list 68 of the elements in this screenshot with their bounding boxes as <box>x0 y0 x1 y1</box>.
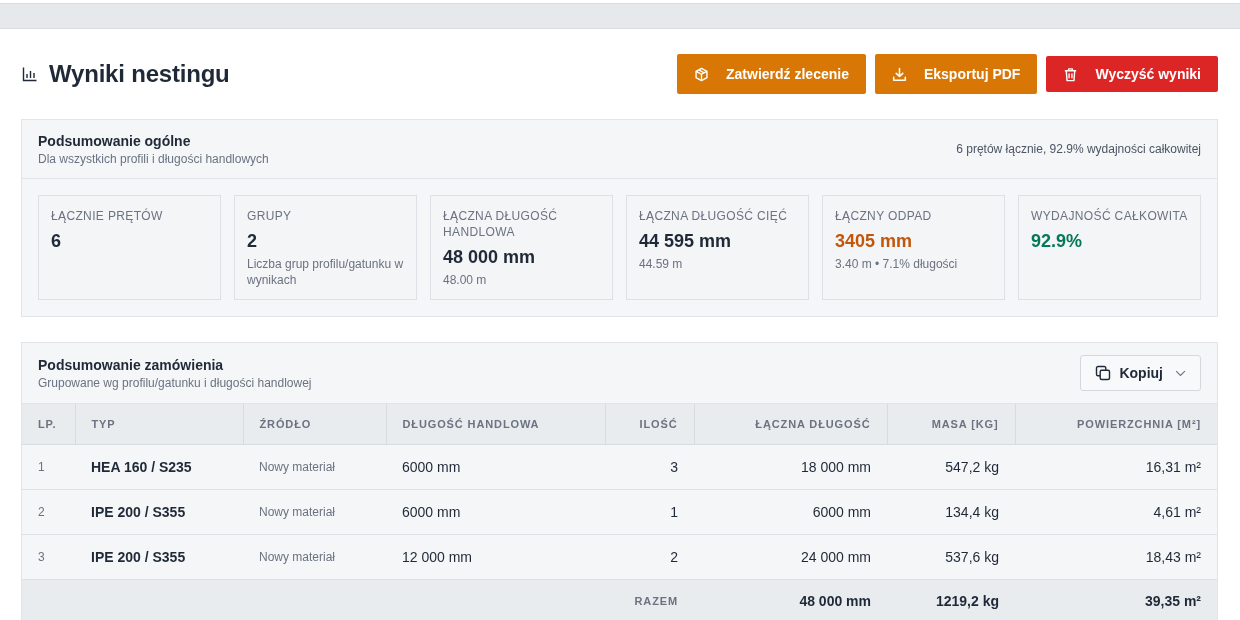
stat-value: 44 595 mm <box>639 230 733 253</box>
profile-type: IPE 200 / S355 <box>75 489 243 535</box>
column-header: TYP <box>75 404 243 445</box>
stat-label: ŁĄCZNY ODPAD <box>835 208 933 224</box>
stat-note: 44.59 m <box>639 256 684 272</box>
total-value: 48 000 mm <box>694 579 887 620</box>
column-header: DŁUGOŚĆ HANDLOWA <box>386 404 605 445</box>
source-label: Nowy materiał <box>243 444 386 490</box>
table-cell: 6000 mm <box>694 489 887 535</box>
table-cell: 2 <box>605 534 694 580</box>
table-cell: 16,31 m² <box>1015 444 1217 490</box>
column-header: ŹRÓDŁO <box>243 404 386 445</box>
profile-type: HEA 160 / S235 <box>75 444 243 490</box>
stat-value: 3405 mm <box>835 230 914 253</box>
card-subtitle: Grupowane wg profilu/gatunku i długości handlowej <box>38 375 312 391</box>
confirm-order-button[interactable]: Zatwierdź zlecenie <box>677 54 866 94</box>
stat-note: 48.00 m <box>443 272 488 288</box>
download-icon <box>891 66 907 82</box>
card-subtitle: Dla wszystkich profili i długości handlowych <box>38 151 269 167</box>
page-title: Wyniki nestingu <box>49 60 230 88</box>
stat-note: Liczba grup profilu/gatunku w wynikach <box>247 256 404 288</box>
clear-results-button[interactable]: Wyczyść wyniki <box>1046 56 1218 92</box>
table-cell: 18 000 mm <box>694 444 887 490</box>
column-header: ŁĄCZNA DŁUGOŚĆ <box>694 404 887 445</box>
box-icon <box>694 66 709 82</box>
trash-icon <box>1063 66 1079 82</box>
export-pdf-button[interactable]: Eksportuj PDF <box>874 54 1038 94</box>
stat-value: 6 <box>51 230 62 253</box>
column-header: POWIERZCHNIA [M²] <box>1015 404 1217 445</box>
card-title: Podsumowanie zamówienia <box>38 356 225 375</box>
stat-value: 48 000 mm <box>443 246 537 269</box>
row-number: 3 <box>22 534 75 580</box>
table-cell: 12 000 mm <box>386 534 605 580</box>
bar-chart-icon <box>22 66 38 82</box>
table-cell: 547,2 kg <box>887 444 1015 490</box>
totals-label: RAZEM <box>605 579 694 620</box>
stat-label: GRUPY <box>247 208 293 224</box>
table-cell: 18,43 m² <box>1015 534 1217 580</box>
column-header: ILOŚĆ <box>605 404 694 445</box>
source-label: Nowy materiał <box>243 489 386 535</box>
stat-label: ŁĄCZNIE PRĘTÓW <box>51 208 164 224</box>
copy-dropdown-button[interactable]: Kopiuj <box>1080 355 1201 391</box>
chevron-down-icon <box>1175 369 1186 377</box>
total-value: 1219,2 kg <box>887 579 1015 620</box>
table-cell: 1 <box>605 489 694 535</box>
source-label: Nowy materiał <box>243 534 386 580</box>
table-cell: 6000 mm <box>386 489 605 535</box>
column-header: MASA [KG] <box>887 404 1015 445</box>
table-cell: 4,61 m² <box>1015 489 1217 535</box>
table-cell: 3 <box>605 444 694 490</box>
table-cell: 537,6 kg <box>887 534 1015 580</box>
total-value: 39,35 m² <box>1015 579 1217 620</box>
stat-value: 2 <box>247 230 258 253</box>
stat-label: ŁĄCZNA DŁUGOŚĆ CIĘĆ <box>639 208 789 224</box>
stat-label: ŁĄCZNA DŁUGOŚĆ HANDLOWA <box>443 208 559 240</box>
table-cell: 24 000 mm <box>694 534 887 580</box>
summary-text: 6 prętów łącznie, 92.9% wydajności całkowitej <box>956 142 1201 156</box>
row-number: 2 <box>22 489 75 535</box>
table-cell: 134,4 kg <box>887 489 1015 535</box>
stat-value: 92.9% <box>1031 230 1084 253</box>
stat-note: 3.40 m • 7.1% długości <box>835 256 959 272</box>
profile-type: IPE 200 / S355 <box>75 534 243 580</box>
column-header: LP. <box>22 404 75 445</box>
copy-icon <box>1095 365 1112 381</box>
card-title: Podsumowanie ogólne <box>38 132 192 151</box>
table-cell: 6000 mm <box>386 444 605 490</box>
row-number: 1 <box>22 444 75 490</box>
stat-label: WYDAJNOŚĆ CAŁKOWITA <box>1031 208 1188 224</box>
